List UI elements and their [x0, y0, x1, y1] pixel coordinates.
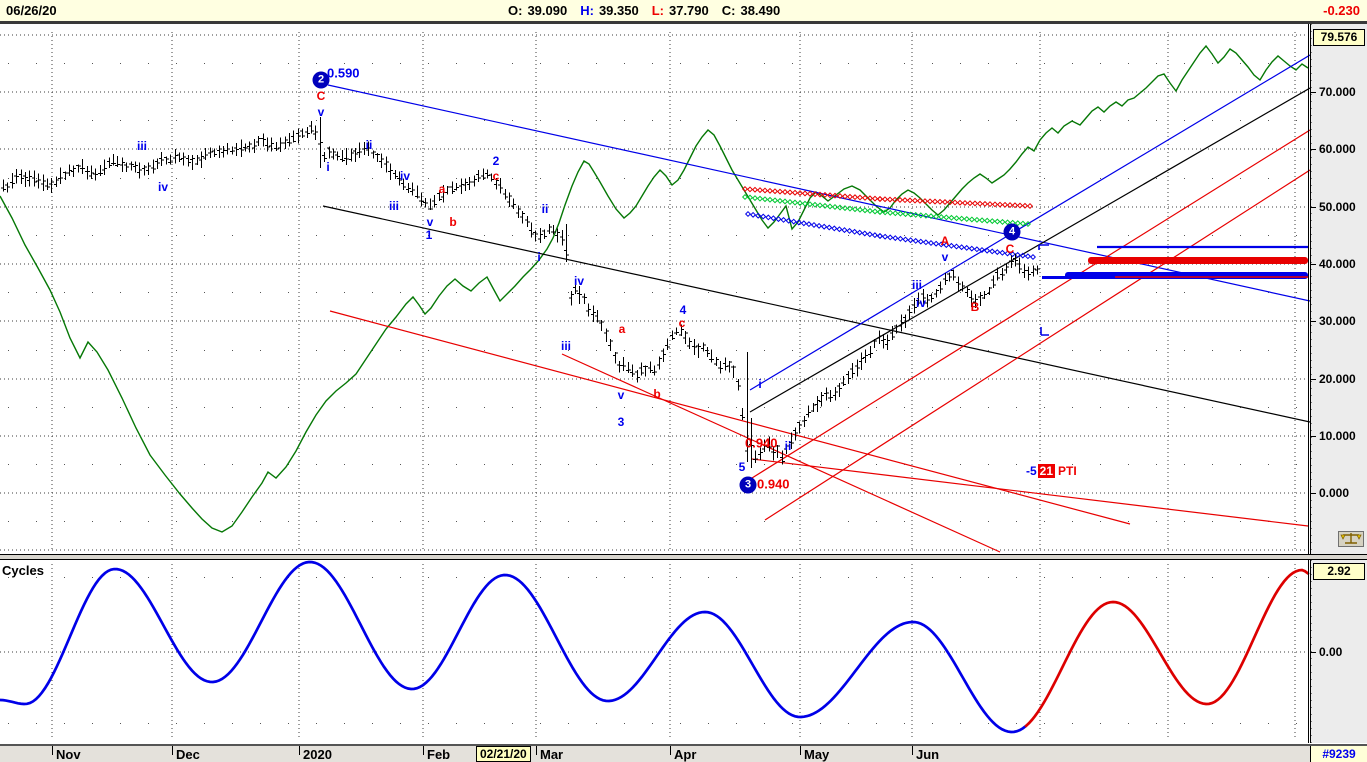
- cycles-pane-title: Cycles: [2, 563, 44, 578]
- net-change-value: -0.230: [1323, 3, 1360, 18]
- price-axis-tick: [1311, 264, 1316, 265]
- price-axis-label: 60.000: [1319, 142, 1356, 156]
- cycles-axis-top-value: 2.92: [1313, 563, 1365, 580]
- date-axis[interactable]: Nov Dec 2020 Feb Mar Apr May Jun 02/21/20 #9239: [0, 744, 1367, 762]
- ohlc-readout: O: 39.090 H: 39.350 L: 37.790 C: 38.490: [508, 3, 780, 18]
- price-axis-tick: [1311, 493, 1316, 494]
- month-tick: [536, 746, 537, 755]
- month-label-may: May: [804, 747, 830, 762]
- price-axis-label: 10.000: [1319, 429, 1356, 443]
- price-axis-minor-ticks: [1311, 24, 1312, 554]
- price-axis-label: 0.000: [1319, 486, 1350, 500]
- price-axis-tick: [1311, 149, 1316, 150]
- month-tick: [299, 746, 300, 755]
- price-axis-top-value: 79.576: [1313, 29, 1365, 46]
- low-label: L:: [651, 3, 664, 18]
- open-readout: O: 39.090: [508, 3, 567, 18]
- month-tick: [172, 746, 173, 755]
- month-label-2020: 2020: [303, 747, 332, 762]
- cycles-axis[interactable]: 2.92 0.00: [1310, 560, 1367, 743]
- price-axis-tick: [1311, 436, 1316, 437]
- month-label-apr: Apr: [674, 747, 697, 762]
- price-chart-canvas[interactable]: [0, 24, 1311, 554]
- cycles-canvas[interactable]: [0, 560, 1310, 743]
- high-readout: H: 39.350: [580, 3, 638, 18]
- scale-settings-button[interactable]: [1338, 531, 1364, 547]
- month-tick: [52, 746, 53, 755]
- close-readout: C: 38.490: [722, 3, 780, 18]
- month-label-mar: Mar: [540, 747, 564, 762]
- open-label: O:: [508, 3, 523, 18]
- open-value: 39.090: [527, 3, 568, 18]
- cycles-zero-tick: [1311, 652, 1316, 653]
- price-axis-tick: [1311, 92, 1316, 93]
- cycles-zero-label: 0.00: [1319, 645, 1343, 659]
- price-axis[interactable]: 79.576 70.000 60.000 50.000 40.000 30.000 20.…: [1310, 24, 1367, 554]
- price-axis-label: 50.000: [1319, 200, 1356, 214]
- close-label: C:: [721, 3, 736, 18]
- price-axis-label: 40.000: [1319, 257, 1356, 271]
- price-axis-label: 20.000: [1319, 372, 1356, 386]
- price-axis-tick: [1311, 379, 1316, 380]
- price-axis-tick: [1311, 207, 1316, 208]
- month-label-nov: Nov: [56, 747, 81, 762]
- high-label: H:: [580, 3, 594, 18]
- month-tick: [423, 746, 424, 755]
- scales-icon: [1340, 533, 1362, 544]
- low-value: 37.790: [668, 3, 709, 18]
- month-tick: [670, 746, 671, 755]
- month-label-dec: Dec: [176, 747, 200, 762]
- chart-application-window: 06/26/20 O: 39.090 H: 39.350 L: 37.790 C…: [0, 0, 1367, 762]
- high-value: 39.350: [598, 3, 639, 18]
- quote-date: 06/26/20: [6, 3, 57, 18]
- low-readout: L: 37.790: [652, 3, 709, 18]
- month-tick: [800, 746, 801, 755]
- quote-bar: 06/26/20 O: 39.090 H: 39.350 L: 37.790 C…: [0, 0, 1367, 24]
- month-label-jun: Jun: [916, 747, 940, 762]
- price-chart-pane[interactable]: [0, 24, 1311, 554]
- price-axis-tick: [1311, 321, 1316, 322]
- month-label-feb: Feb: [427, 747, 451, 762]
- bar-counter-badge: #9239: [1310, 746, 1367, 762]
- cycles-pane[interactable]: [0, 560, 1310, 743]
- price-axis-label: 30.000: [1319, 314, 1356, 328]
- price-axis-label: 70.000: [1319, 85, 1356, 99]
- month-tick: [912, 746, 913, 755]
- highlighted-date-box: 02/21/20: [476, 746, 531, 762]
- close-value: 38.490: [740, 3, 781, 18]
